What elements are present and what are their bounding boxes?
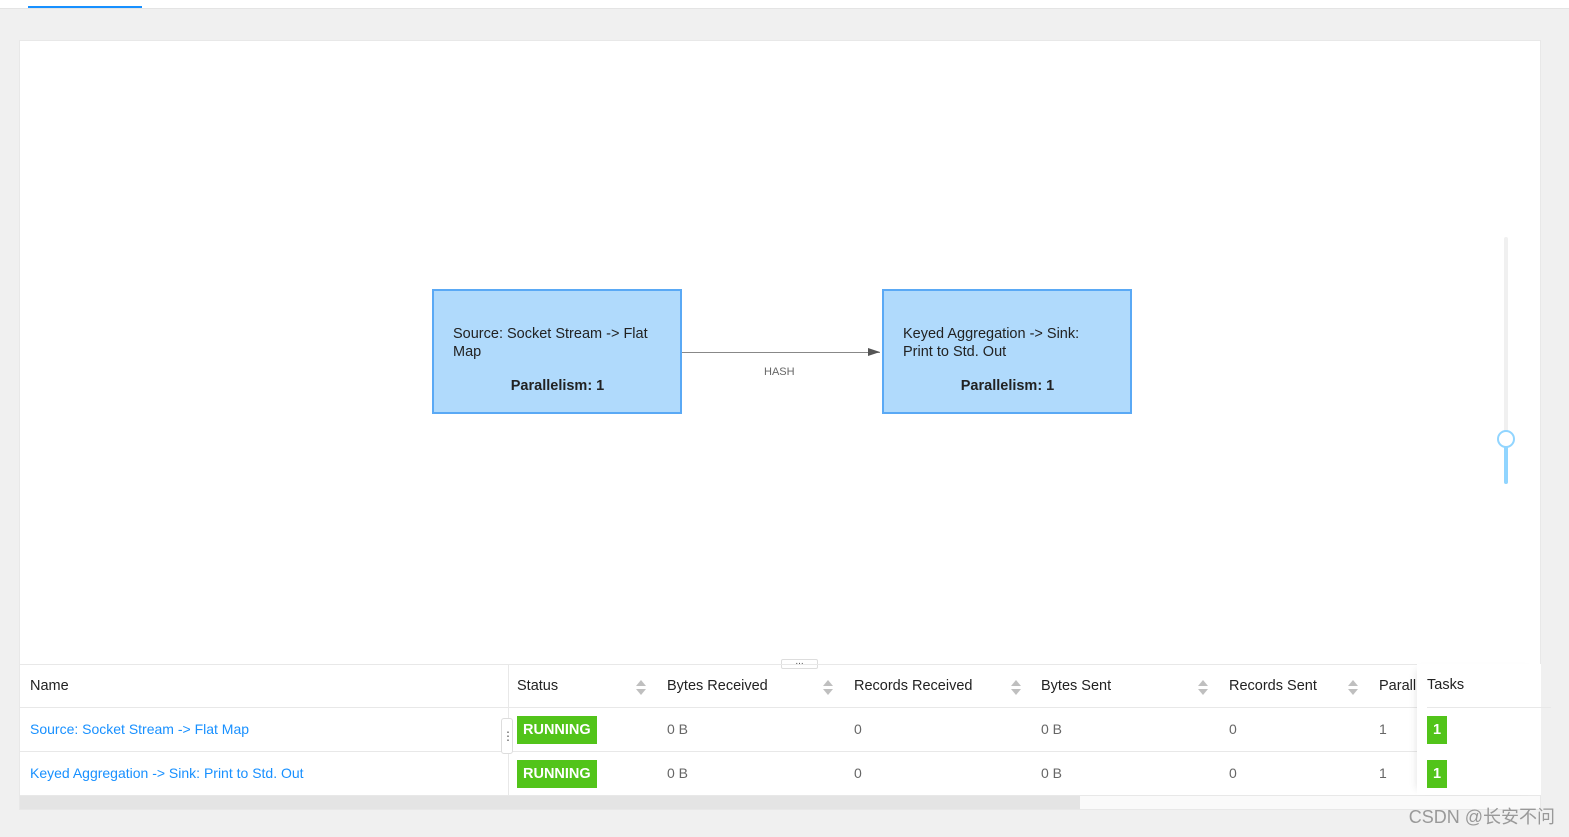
column-header-bytes-received[interactable]: Bytes Received (667, 665, 768, 708)
column-resize-handle[interactable]: ⋮ (501, 718, 514, 754)
graph-node-source[interactable]: Source: Socket Stream -> Flat Map Parall… (432, 289, 682, 414)
tasks-badge: 1 (1427, 760, 1448, 789)
sort-icon[interactable] (636, 680, 646, 696)
active-tab-indicator[interactable] (28, 6, 142, 8)
records-received: 0 (854, 765, 862, 781)
bytes-received: 0 B (667, 765, 689, 781)
horizontal-scrollbar[interactable] (20, 796, 1540, 809)
vertex-name-link[interactable]: Keyed Aggregation -> Sink: Print to Std.… (30, 765, 304, 781)
status-badge: RUNNING (517, 760, 597, 789)
job-overview-card: Source: Socket Stream -> Flat Map Parall… (19, 40, 1551, 810)
node-parallelism: Parallelism: 1 (960, 378, 1055, 394)
zoom-slider-handle[interactable] (1497, 430, 1515, 448)
scrollbar-thumb[interactable] (20, 796, 1080, 809)
tasks-badge: 1 (1427, 716, 1448, 745)
records-received: 0 (854, 721, 862, 737)
column-header-status[interactable]: Status (517, 665, 558, 708)
table-row[interactable]: Source: Socket Stream -> Flat Map RUNNIN… (20, 708, 1540, 752)
tasks-column: Tasks 1 1 (1417, 664, 1551, 795)
column-header-records-sent[interactable]: Records Sent (1229, 665, 1317, 708)
graph-edge (682, 352, 880, 353)
status-badge: RUNNING (517, 716, 597, 745)
tab-bar (0, 0, 1569, 9)
node-label: Source: Socket Stream -> Flat Map (453, 326, 648, 360)
parallelism: 1 (1379, 721, 1387, 737)
records-sent: 0 (1229, 721, 1237, 737)
sort-icon[interactable] (1011, 680, 1021, 696)
arrow-head-icon (868, 348, 880, 356)
column-header-records-received[interactable]: Records Received (854, 665, 972, 708)
graph-node-sink[interactable]: Keyed Aggregation -> Sink: Print to Std.… (882, 289, 1132, 414)
table-row[interactable]: Keyed Aggregation -> Sink: Print to Std.… (20, 752, 1540, 796)
sort-icon[interactable] (1348, 680, 1358, 696)
records-sent: 0 (1229, 765, 1237, 781)
parallelism: 1 (1379, 765, 1387, 781)
column-header-tasks: Tasks (1427, 664, 1551, 708)
column-header-bytes-sent[interactable]: Bytes Sent (1041, 665, 1111, 708)
node-label: Keyed Aggregation -> Sink: Print to Std.… (903, 326, 1080, 360)
sort-icon[interactable] (1198, 680, 1208, 696)
column-header-name: Name (30, 678, 69, 694)
vertex-name-link[interactable]: Source: Socket Stream -> Flat Map (30, 721, 249, 737)
bytes-sent: 0 B (1041, 721, 1063, 737)
column-header-parallelism[interactable]: Parall (1379, 665, 1417, 708)
node-parallelism: Parallelism: 1 (510, 378, 605, 394)
bytes-received: 0 B (667, 721, 689, 737)
watermark: CSDN @长安不问 (1408, 807, 1555, 827)
edge-label: HASH (764, 366, 795, 378)
table-header: Name Status Bytes Received Records Recei… (20, 664, 1540, 708)
bytes-sent: 0 B (1041, 765, 1063, 781)
sort-icon[interactable] (823, 680, 833, 696)
